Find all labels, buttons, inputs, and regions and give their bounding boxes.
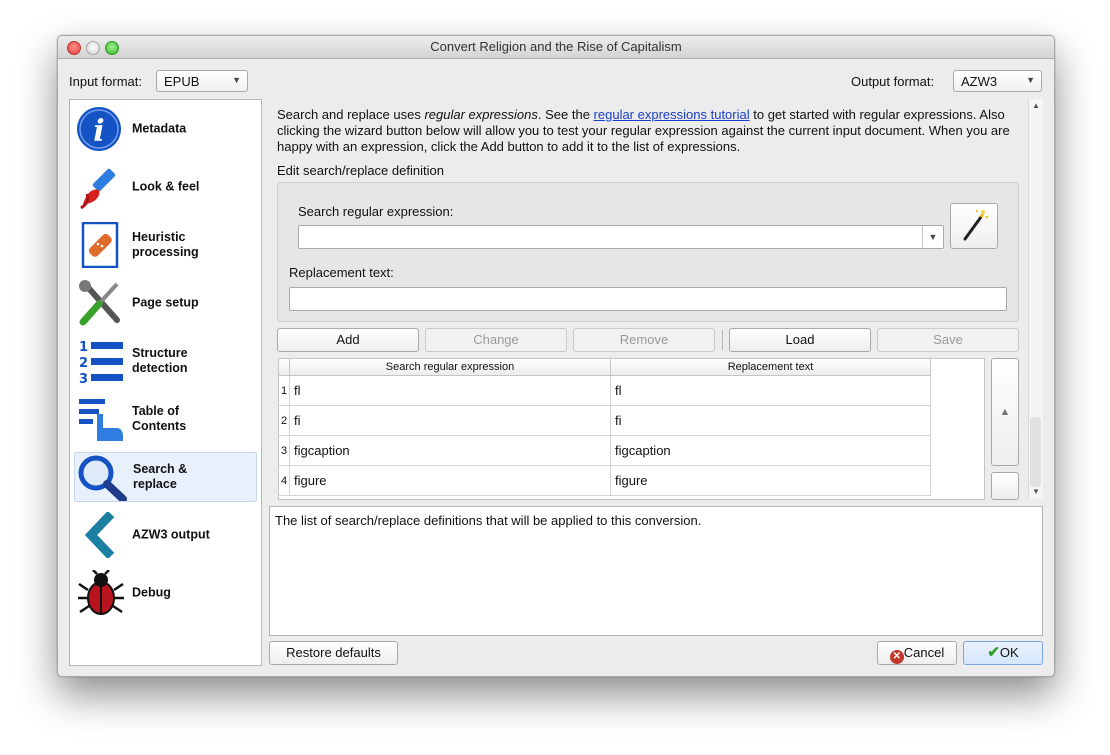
help-text: The list of search/replace definitions t…	[275, 513, 702, 528]
edit-definition-group: Search regular expression: ▼ Replacement…	[277, 182, 1019, 322]
sidebar: i Metadata Look & feel Heuristic process…	[69, 99, 262, 666]
sidebar-item-label: Debug	[132, 585, 171, 600]
magnifier-icon	[78, 455, 128, 503]
row-number: 2	[279, 406, 290, 436]
magic-wand-icon	[959, 209, 989, 246]
numbered-list-icon: 123	[77, 338, 127, 387]
replacement-text-field[interactable]	[289, 287, 1007, 311]
svg-text:2: 2	[79, 356, 88, 371]
search-cell[interactable]: fi	[290, 406, 611, 436]
replacement-cell[interactable]: figure	[611, 466, 931, 496]
input-format-label: Input format:	[69, 74, 142, 89]
cancel-icon: ✕	[889, 650, 904, 664]
ok-label: OK	[999, 645, 1019, 660]
load-button[interactable]: Load	[729, 328, 871, 352]
replacement-text-label: Replacement text:	[289, 265, 394, 280]
svg-text:i: i	[93, 114, 104, 149]
bandage-document-icon	[77, 221, 127, 269]
button-separator	[722, 330, 723, 350]
output-format-value: AZW3	[961, 74, 998, 89]
edit-group-title: Edit search/replace definition	[277, 163, 444, 178]
table-row[interactable]: 3 figcaption figcaption	[279, 436, 931, 466]
paintbrush-icon	[77, 164, 127, 210]
save-button[interactable]: Save	[877, 328, 1019, 352]
chevron-down-icon[interactable]: ▼	[922, 226, 943, 248]
restore-defaults-button[interactable]: Restore defaults	[269, 641, 398, 665]
sidebar-item-label: Structure detection	[132, 346, 188, 375]
sidebar-item-label: Look & feel	[132, 179, 200, 194]
help-text-box: The list of search/replace definitions t…	[269, 506, 1043, 636]
scroll-down-arrow-icon[interactable]: ▼	[1032, 487, 1040, 496]
chevron-left-icon	[77, 510, 127, 560]
table-row[interactable]: 1 fl fl	[279, 376, 931, 406]
toc-hand-icon	[77, 396, 127, 442]
search-cell[interactable]: figcaption	[290, 436, 611, 466]
sidebar-item-heuristic-processing[interactable]: Heuristic processing	[74, 220, 257, 270]
vertical-scrollbar[interactable]: ▲ ▼	[1028, 99, 1043, 499]
ok-button[interactable]: ✔OK	[963, 641, 1043, 665]
search-expression-field[interactable]: ▼	[298, 225, 944, 249]
move-up-button[interactable]: ▲	[991, 358, 1019, 466]
replacement-cell[interactable]: fl	[611, 376, 931, 406]
checkmark-icon: ✔	[987, 644, 1000, 661]
sidebar-item-page-setup[interactable]: Page setup	[74, 278, 257, 328]
row-number: 1	[279, 376, 290, 406]
remove-button[interactable]: Remove	[573, 328, 715, 352]
change-button[interactable]: Change	[425, 328, 567, 352]
regex-wizard-button[interactable]	[950, 203, 998, 249]
regex-tutorial-link[interactable]: regular expressions tutorial	[594, 107, 750, 122]
chevron-down-icon: ▼	[1026, 75, 1035, 85]
sidebar-item-structure-detection[interactable]: 123 Structure detection	[74, 336, 257, 387]
sidebar-item-metadata[interactable]: i Metadata	[74, 104, 257, 154]
cancel-button[interactable]: ✕ Cancel	[877, 641, 957, 665]
search-expression-label: Search regular expression:	[298, 204, 454, 219]
output-format-select[interactable]: AZW3 ▼	[953, 70, 1042, 92]
info-icon: i	[77, 106, 127, 152]
input-format-value: EPUB	[164, 74, 200, 89]
search-cell[interactable]: figure	[290, 466, 611, 496]
convert-dialog: Convert Religion and the Rise of Capital…	[57, 35, 1055, 677]
replacement-cell[interactable]: fi	[611, 406, 931, 436]
cancel-label: Cancel	[903, 645, 945, 660]
search-cell[interactable]: fl	[290, 376, 611, 406]
replacement-cell[interactable]: figcaption	[611, 436, 931, 466]
add-button[interactable]: Add	[277, 328, 419, 352]
triangle-up-icon: ▲	[999, 406, 1011, 418]
sidebar-item-look-feel[interactable]: Look & feel	[74, 162, 257, 212]
window-title: Convert Religion and the Rise of Capital…	[430, 39, 682, 54]
chevron-down-icon: ▼	[232, 75, 241, 85]
sidebar-item-table-of-contents[interactable]: Table of Contents	[74, 394, 257, 444]
table-row[interactable]: 4 figure figure	[279, 466, 931, 496]
sidebar-item-label: Search & replace	[133, 462, 188, 491]
sidebar-item-azw3-output[interactable]: AZW3 output	[74, 510, 257, 560]
column-header-search[interactable]: Search regular expression	[290, 359, 611, 376]
column-header-replacement[interactable]: Replacement text	[611, 359, 931, 376]
expressions-table[interactable]: Search regular expression Replacement te…	[278, 358, 985, 500]
sidebar-item-label: Page setup	[132, 295, 199, 310]
title-bar: Convert Religion and the Rise of Capital…	[58, 36, 1054, 59]
scroll-up-arrow-icon[interactable]: ▲	[1032, 101, 1040, 110]
svg-text:3: 3	[79, 372, 88, 384]
bug-icon	[77, 569, 127, 616]
table-corner	[279, 359, 290, 376]
output-format-label: Output format:	[851, 74, 935, 89]
scrollbar-thumb[interactable]	[1030, 417, 1041, 487]
move-down-button[interactable]	[991, 472, 1019, 500]
input-format-select[interactable]: EPUB ▼	[156, 70, 248, 92]
sidebar-item-label: Metadata	[132, 121, 187, 136]
table-row[interactable]: 2 fi fi	[279, 406, 931, 436]
sidebar-item-label: AZW3 output	[132, 527, 210, 542]
wrench-screwdriver-icon	[77, 280, 127, 326]
intro-text: Search and replace uses regular expressi…	[277, 107, 1010, 154]
row-number: 4	[279, 466, 290, 496]
sidebar-item-search-replace[interactable]: Search & replace	[74, 452, 257, 503]
sidebar-item-label: Table of Contents	[132, 404, 187, 433]
sidebar-item-debug[interactable]: Debug	[74, 568, 257, 618]
sidebar-item-label: Heuristic processing	[132, 230, 199, 259]
row-number: 3	[279, 436, 290, 466]
svg-text:1: 1	[79, 340, 88, 355]
